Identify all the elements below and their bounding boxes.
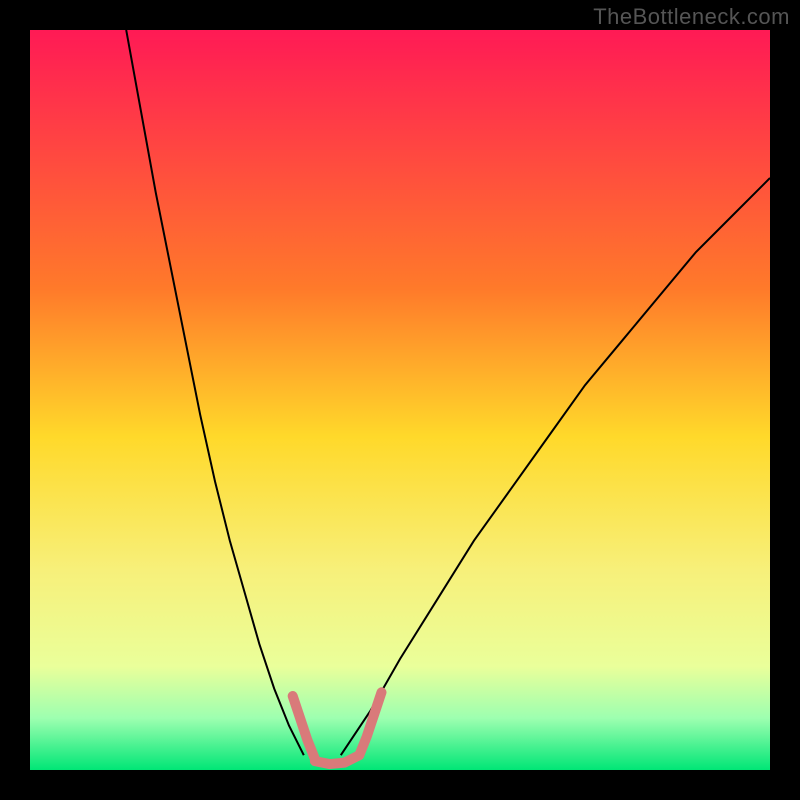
series-right-curve [341,178,770,755]
chart-curves [30,30,770,770]
series-left-curve [126,30,304,755]
plot-area [30,30,770,770]
series-marker-bottom [315,755,359,764]
watermark-text: TheBottleneck.com [593,4,790,30]
chart-frame: TheBottleneck.com [0,0,800,800]
series-marker-left [293,696,315,759]
